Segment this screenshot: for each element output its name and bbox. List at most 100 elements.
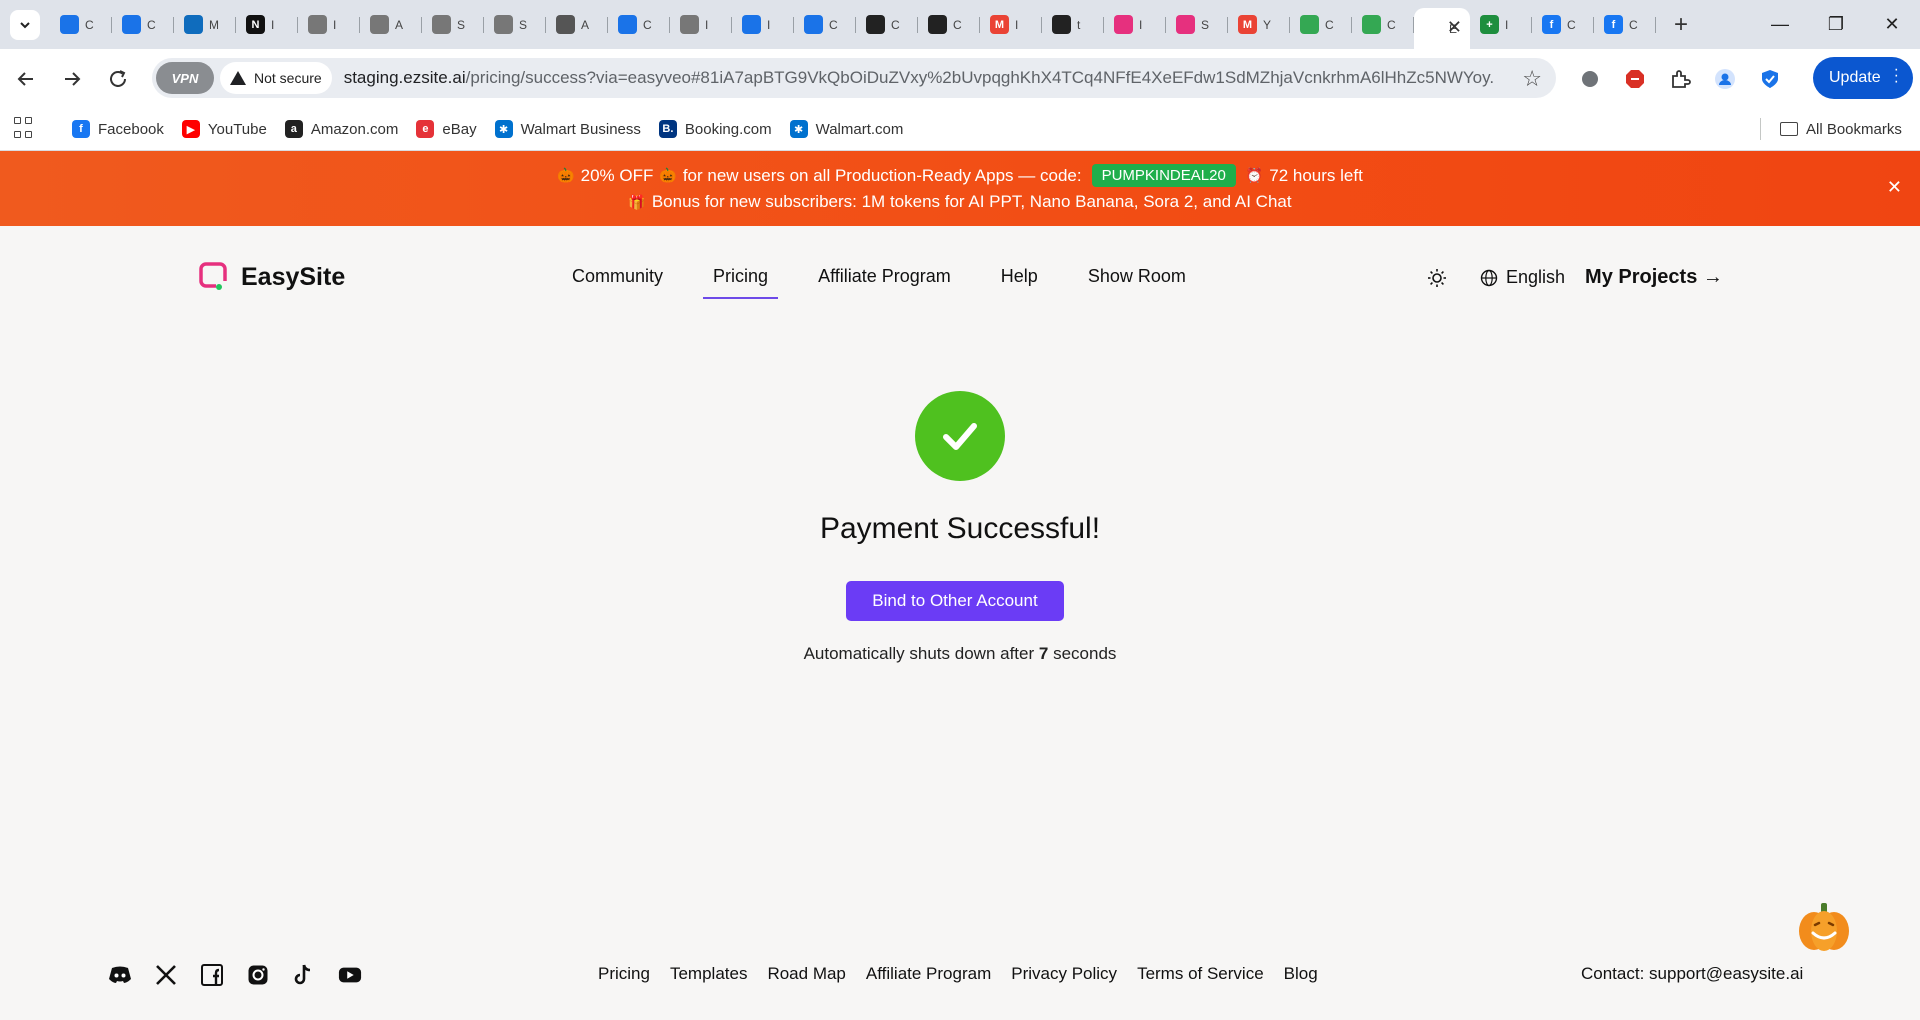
browser-tab[interactable]: I (1104, 7, 1166, 43)
browser-tab[interactable]: I (298, 7, 360, 43)
browser-tab[interactable]: C (856, 7, 918, 43)
footer-link-privacy-policy[interactable]: Privacy Policy (1011, 964, 1117, 984)
adblock-icon[interactable] (1615, 59, 1655, 99)
tiktok-icon[interactable] (292, 963, 316, 987)
bookmark-item[interactable]: a Amazon.com (284, 120, 398, 138)
security-indicator[interactable]: Not secure (220, 62, 332, 94)
browser-tab[interactable]: NI (236, 7, 298, 43)
extension-icons (1570, 59, 1795, 99)
promo-code[interactable]: PUMPKINDEAL20 (1091, 164, 1236, 187)
facebook-icon[interactable] (200, 963, 224, 987)
bookmark-label: Booking.com (684, 120, 772, 138)
gift-icon: 🎁 (628, 193, 646, 210)
bookmark-item[interactable]: ✱ Walmart.com (789, 120, 903, 138)
tab-search-button[interactable] (10, 9, 40, 40)
language-selector[interactable]: English (1480, 267, 1565, 288)
tab-title: S (1201, 17, 1210, 32)
footer-link-blog[interactable]: Blog (1284, 964, 1318, 984)
browser-tab[interactable]: C (794, 7, 856, 43)
youtube-icon[interactable] (338, 963, 362, 987)
url-text[interactable]: staging.ezsite.ai/pricing/success?via=ea… (344, 68, 1494, 88)
bitwarden-shield-icon[interactable] (1750, 59, 1790, 99)
gmail-icon: M (990, 15, 1009, 34)
bookmark-item[interactable]: B. Booking.com (658, 120, 772, 138)
footer-link-road-map[interactable]: Road Map (767, 964, 845, 984)
bind-other-account-button[interactable]: Bind to Other Account (846, 581, 1064, 621)
footer-link-pricing[interactable]: Pricing (598, 964, 650, 984)
tab-title: C (829, 17, 838, 32)
tab-title: I (1505, 17, 1509, 32)
instagram-icon[interactable] (246, 963, 270, 987)
browser-tab[interactable]: A (360, 7, 422, 43)
browser-tab[interactable]: MI (980, 7, 1042, 43)
browser-tab[interactable]: S (422, 7, 484, 43)
profile-avatar-icon[interactable] (1705, 59, 1745, 99)
youtube-icon: ▶ (181, 120, 200, 138)
footer-link-templates[interactable]: Templates (670, 964, 747, 984)
tab-list: C C M N I I A S S A C I I C C C M It I S M Y C C E ✕ + If Cf C (50, 0, 1656, 49)
x-icon[interactable] (154, 963, 178, 987)
footer-link-affiliate-program[interactable]: Affiliate Program (866, 964, 991, 984)
bookmark-item[interactable]: ▶ YouTube (181, 120, 267, 138)
browser-tab[interactable]: I (732, 7, 794, 43)
browser-tab[interactable]: + I (1470, 7, 1532, 43)
footer-link-terms-of-service[interactable]: Terms of Service (1137, 964, 1264, 984)
brand-logo[interactable]: EasySite (199, 262, 345, 292)
browser-tab[interactable]: C (918, 7, 980, 43)
browser-tab[interactable]: C (1290, 7, 1352, 43)
nav-item-affiliate-program[interactable]: Affiliate Program (818, 266, 951, 299)
new-tab-button[interactable]: + (1666, 10, 1696, 40)
warning-icon (230, 71, 246, 85)
vpn-badge[interactable]: VPN (156, 62, 214, 94)
browser-tab[interactable]: M (174, 7, 236, 43)
my-projects-link[interactable]: My Projects → (1585, 266, 1723, 289)
walmart-icon: ✱ (789, 120, 808, 138)
browser-tab[interactable]: C (1352, 7, 1414, 43)
update-button[interactable]: Update · · · (1813, 57, 1913, 99)
alarm-clock-icon: ⏰ (1245, 167, 1264, 183)
browser-tab[interactable]: C (608, 7, 670, 43)
browser-tab[interactable]: C (50, 7, 112, 43)
address-bar[interactable]: VPN Not secure staging.ezsite.ai/pricing… (152, 58, 1556, 98)
back-button[interactable] (6, 59, 46, 99)
apps-grid-icon[interactable] (14, 117, 38, 141)
forward-button[interactable] (52, 59, 92, 99)
bookmark-item[interactable]: f Facebook (72, 120, 164, 138)
bookmark-item[interactable]: ✱ Walmart Business (494, 120, 641, 138)
nav-item-pricing[interactable]: Pricing (703, 266, 779, 299)
close-tab-icon[interactable]: ✕ (1447, 17, 1462, 38)
browser-tab[interactable]: E ✕ (1414, 8, 1470, 49)
bookmark-item[interactable]: e eBay (416, 120, 477, 138)
browser-tab[interactable]: fC (1532, 7, 1594, 43)
reload-button[interactable] (98, 59, 138, 99)
tab-title: Y (1263, 17, 1272, 32)
browser-tab[interactable]: C (112, 7, 174, 43)
shutdown-prefix: Automatically shuts down after (803, 644, 1035, 663)
contact-email[interactable]: Contact: support@easysite.ai (1581, 964, 1803, 984)
close-banner-button[interactable]: ✕ (1887, 177, 1902, 198)
all-bookmarks-button[interactable]: All Bookmarks (1780, 121, 1902, 138)
nav-item-show-room[interactable]: Show Room (1088, 266, 1186, 299)
extensions-puzzle-icon[interactable] (1660, 59, 1700, 99)
tab-title: I (271, 17, 275, 32)
discord-icon[interactable] (108, 963, 132, 987)
browser-tab[interactable]: S (484, 7, 546, 43)
extension-shield-icon[interactable] (1570, 59, 1610, 99)
nav-item-community[interactable]: Community (572, 266, 663, 299)
browser-tab[interactable]: t (1042, 7, 1104, 43)
browser-tab[interactable]: I (670, 7, 732, 43)
outlook-calendar-icon (122, 15, 141, 34)
bookmark-star-icon[interactable]: ☆ (1522, 66, 1542, 92)
pumpkin-chat-widget[interactable] (1796, 899, 1852, 955)
browser-tab[interactable]: fC (1594, 7, 1656, 43)
nav-item-help[interactable]: Help (1001, 266, 1038, 299)
more-menu-icon: · · · (1893, 61, 1899, 90)
browser-tab[interactable]: A (546, 7, 608, 43)
browser-tab[interactable]: S (1166, 7, 1228, 43)
browser-tab[interactable]: MY (1228, 7, 1290, 43)
theme-toggle-button[interactable] (1426, 267, 1448, 289)
minimize-button[interactable]: — (1752, 0, 1808, 49)
close-window-button[interactable]: ✕ (1864, 0, 1920, 49)
restore-button[interactable]: ❐ (1808, 0, 1864, 49)
pumpkin-emoji-icon: 🎃 (659, 167, 677, 183)
